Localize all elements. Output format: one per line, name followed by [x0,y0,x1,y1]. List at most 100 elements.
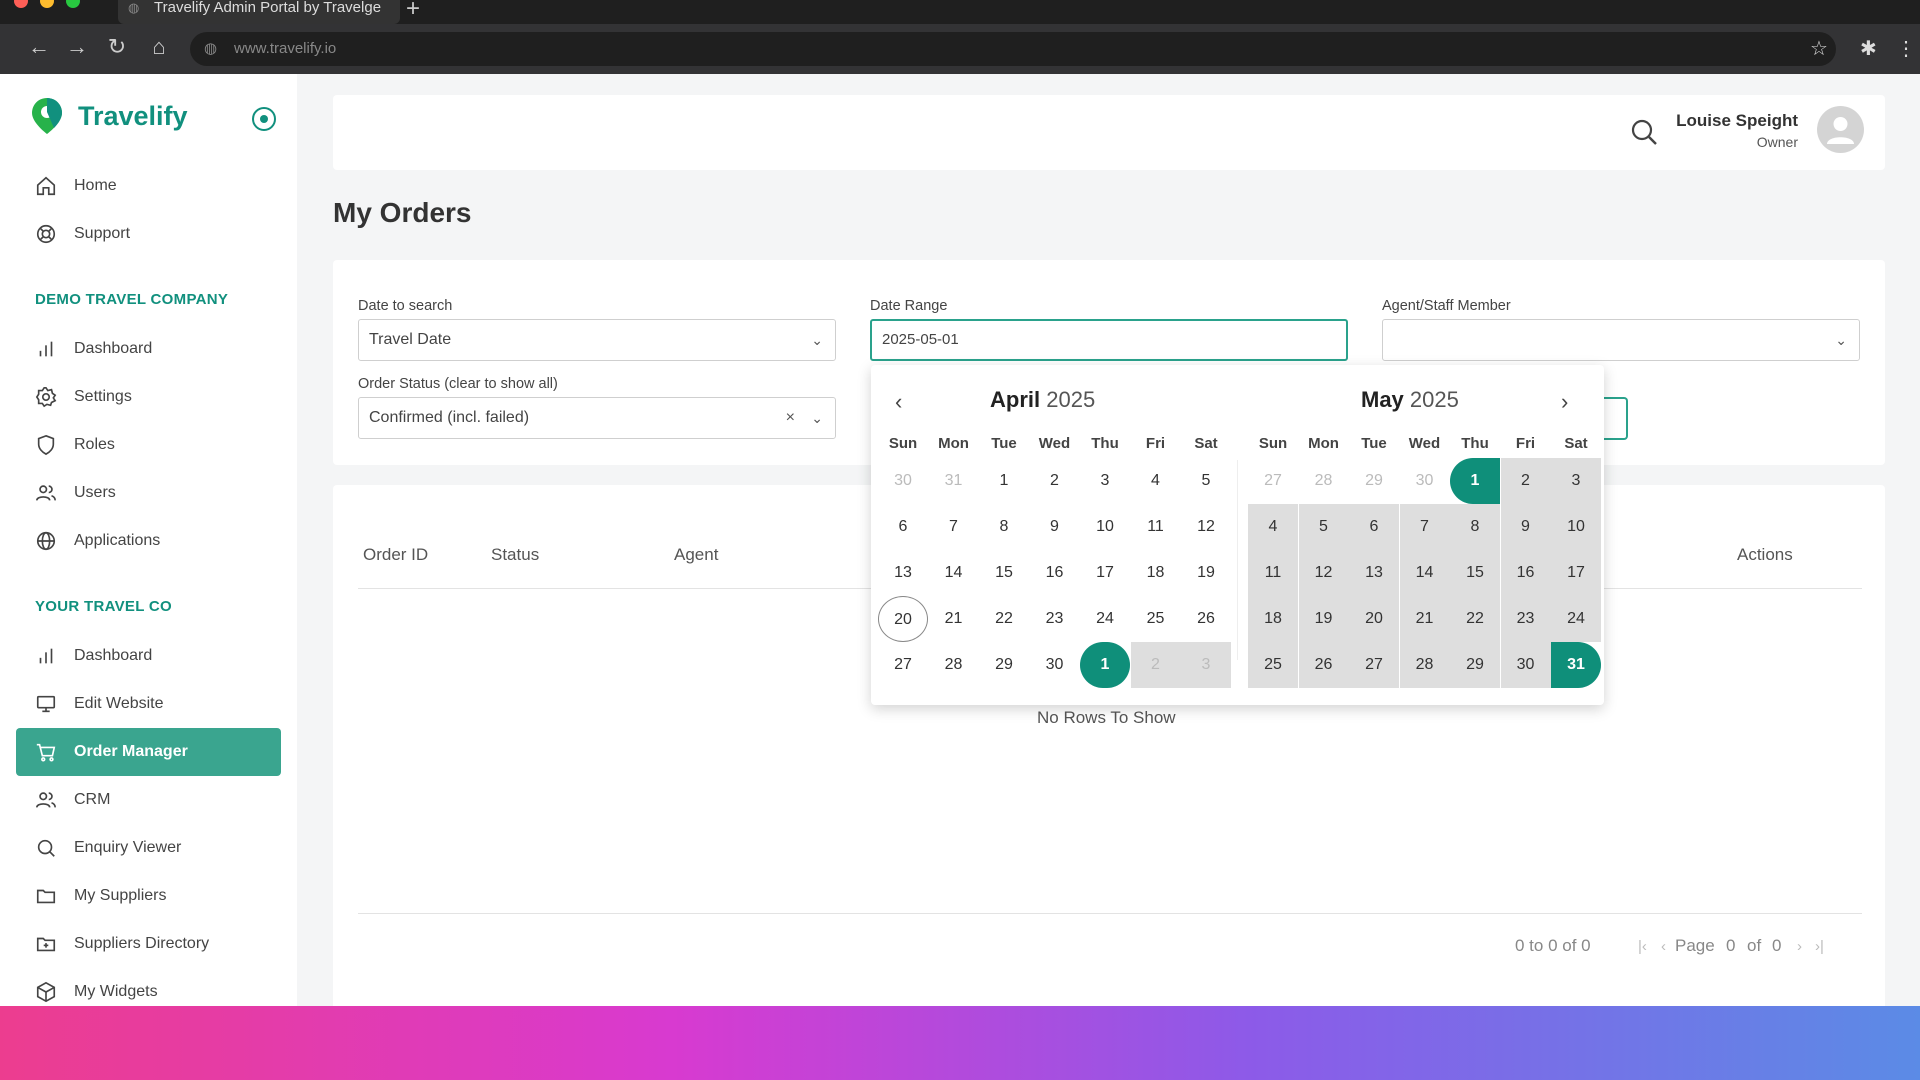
calendar-day[interactable]: 7 [929,504,979,550]
calendar-day[interactable]: 21 [1399,596,1450,642]
calendar-day[interactable]: 2 [1500,458,1551,504]
calendar-day[interactable]: 31 [1551,642,1601,688]
column-actions[interactable]: Actions [1737,545,1793,565]
calendar-day[interactable]: 30 [1500,642,1551,688]
new-tab-button[interactable]: + [406,0,420,23]
calendar-day[interactable]: 8 [979,504,1029,550]
sidebar-item-my-suppliers[interactable]: My Suppliers [16,872,281,920]
calendar-day[interactable]: 2 [1030,458,1080,504]
calendar-day[interactable]: 28 [1299,458,1349,504]
menu-icon[interactable]: ⋮ [1896,36,1916,61]
minimize-window-button[interactable] [40,0,54,8]
calendar-day[interactable]: 13 [878,550,928,596]
sidebar-item-users[interactable]: Users [16,469,281,517]
calendar-day[interactable]: 13 [1349,550,1399,596]
sidebar-item-roles[interactable]: Roles [16,421,281,469]
calendar-day[interactable]: 12 [1181,504,1231,550]
home-icon[interactable]: ⌂ [144,34,174,60]
reload-icon[interactable]: ↻ [102,34,132,60]
calendar-day[interactable]: 3 [1080,458,1130,504]
last-page-icon[interactable]: ›| [1815,938,1824,955]
calendar-day[interactable]: 16 [1030,550,1080,596]
calendar-day[interactable]: 19 [1298,596,1349,642]
calendar-day[interactable]: 1 [1450,458,1500,504]
forward-icon[interactable]: → [62,34,92,60]
calendar-day[interactable]: 25 [1248,642,1298,688]
sidebar-item-dashboard[interactable]: Dashboard [16,632,281,680]
sidebar-item-enquiry-viewer[interactable]: Enquiry Viewer [16,824,281,872]
agent-select[interactable]: ⌄ [1382,319,1860,361]
search-icon[interactable] [1630,118,1658,146]
calendar-day[interactable]: 24 [1080,596,1130,642]
calendar-day[interactable]: 12 [1298,550,1349,596]
date-to-search-select[interactable]: Travel Date ⌄ [358,319,836,361]
calendar-day[interactable]: 9 [1030,504,1080,550]
calendar-day[interactable]: 29 [1450,642,1500,688]
calendar-day[interactable]: 1 [979,458,1029,504]
calendar-day[interactable]: 17 [1551,550,1601,596]
url-field[interactable]: ◍ www.travelify.io [190,32,1836,66]
calendar-day[interactable]: 18 [1131,550,1181,596]
column-order-id[interactable]: Order ID [363,545,428,565]
calendar-day[interactable]: 5 [1181,458,1231,504]
clear-icon[interactable]: × [786,398,795,438]
chevron-down-icon[interactable]: ⌄ [811,398,823,438]
calendar-day[interactable]: 10 [1080,504,1130,550]
calendar-day[interactable]: 30 [1030,642,1080,688]
maximize-window-button[interactable] [66,0,80,8]
calendar-day[interactable]: 23 [1500,596,1551,642]
calendar-day[interactable]: 28 [929,642,979,688]
calendar-day[interactable]: 24 [1551,596,1601,642]
calendar-day[interactable]: 25 [1131,596,1181,642]
calendar-day[interactable]: 3 [1551,458,1601,504]
calendar-day[interactable]: 11 [1131,504,1181,550]
calendar-day[interactable]: 20 [878,596,928,642]
sidebar-item-order-manager[interactable]: Order Manager [16,728,281,776]
extensions-icon[interactable]: ✱ [1860,36,1877,61]
avatar[interactable] [1817,106,1864,153]
star-icon[interactable]: ☆ [1810,36,1828,61]
next-page-icon[interactable]: › [1797,938,1802,955]
next-month-icon[interactable]: › [1561,389,1568,415]
prev-month-icon[interactable]: ‹ [895,389,902,415]
calendar-day[interactable]: 28 [1399,642,1450,688]
column-status[interactable]: Status [491,545,539,565]
calendar-day[interactable]: 19 [1181,550,1231,596]
user-name[interactable]: Louise Speight [1676,111,1798,131]
column-agent[interactable]: Agent [674,545,718,565]
sidebar-item-applications[interactable]: Applications [16,517,281,565]
calendar-day[interactable]: 3 [1181,642,1231,688]
back-icon[interactable]: ← [24,34,54,60]
calendar-day[interactable]: 29 [1349,458,1399,504]
sidebar-item-suppliers-directory[interactable]: Suppliers Directory [16,920,281,968]
calendar-day[interactable]: 15 [1450,550,1500,596]
logo[interactable]: Travelify [30,96,188,136]
prev-page-icon[interactable]: ‹ [1661,938,1666,955]
calendar-day[interactable]: 27 [1349,642,1399,688]
calendar-day[interactable]: 6 [878,504,928,550]
calendar-day[interactable]: 1 [1080,642,1130,688]
sidebar-item-edit-website[interactable]: Edit Website [16,680,281,728]
calendar-day[interactable]: 23 [1030,596,1080,642]
calendar-day[interactable]: 30 [1400,458,1450,504]
calendar-day[interactable]: 7 [1399,504,1450,550]
calendar-day[interactable]: 4 [1248,504,1298,550]
calendar-day[interactable]: 2 [1130,642,1181,688]
calendar-day[interactable]: 10 [1551,504,1601,550]
sidebar-item-home[interactable]: Home [16,162,281,210]
calendar-day[interactable]: 16 [1500,550,1551,596]
first-page-icon[interactable]: |‹ [1638,938,1647,955]
sidebar-toggle-icon[interactable] [252,107,276,131]
browser-tab[interactable]: ◍ Travelify Admin Portal by Travelge [118,0,400,24]
calendar-day[interactable]: 26 [1181,596,1231,642]
calendar-day[interactable]: 22 [1450,596,1500,642]
calendar-day[interactable]: 20 [1349,596,1399,642]
calendar-day[interactable]: 29 [979,642,1029,688]
calendar-day[interactable]: 27 [878,642,928,688]
calendar-day[interactable]: 8 [1450,504,1500,550]
calendar-day[interactable]: 15 [979,550,1029,596]
sidebar-item-support[interactable]: Support [16,210,281,258]
date-range-input[interactable]: 2025-05-01 [870,319,1348,361]
calendar-day[interactable]: 27 [1248,458,1298,504]
calendar-day[interactable]: 9 [1500,504,1551,550]
